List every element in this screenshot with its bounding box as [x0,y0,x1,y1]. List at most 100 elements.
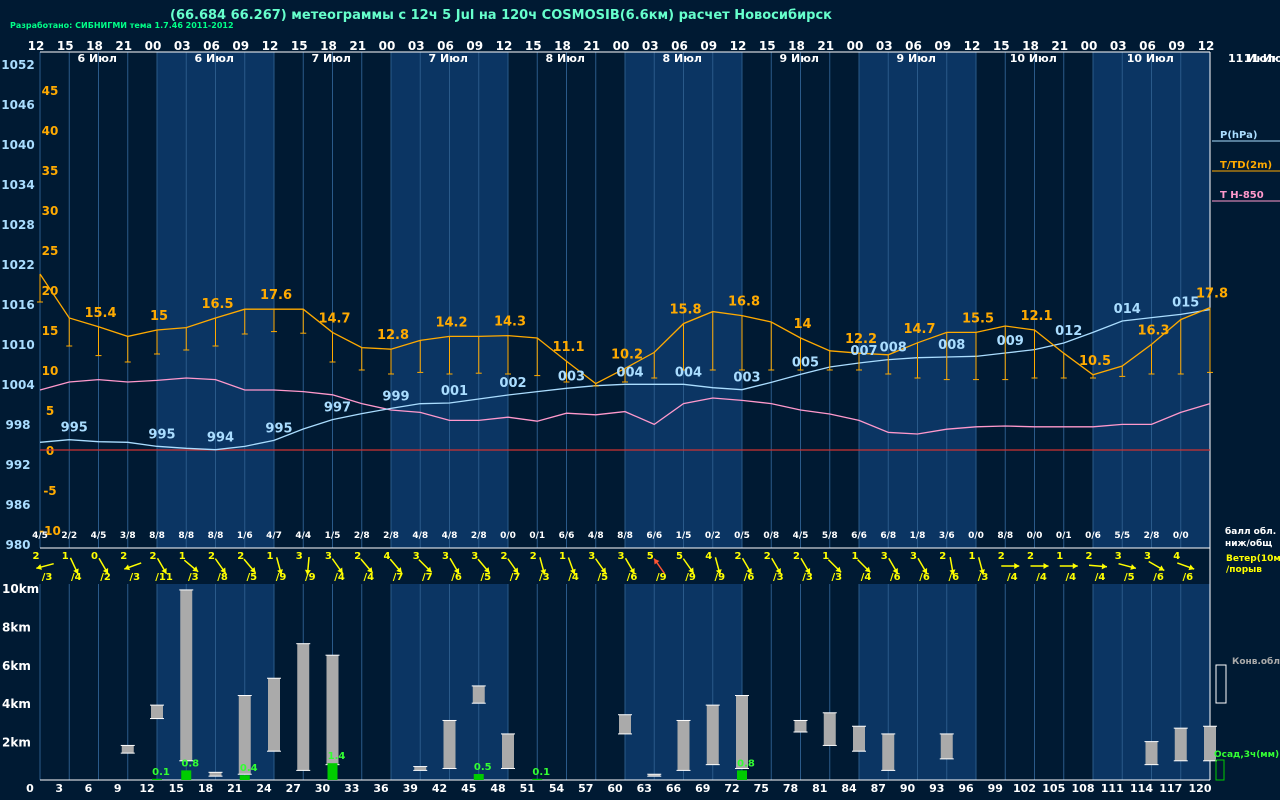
wind-gust-label: /9 [714,572,725,583]
wind-gust-label: /6 [919,572,930,583]
height-tick-label: 6km [2,659,31,673]
wind-gust-label: /3 [539,572,550,583]
meteogram-svg: 12 15 18 21 00 03 06 09 12 15 18 21 00 03 06 09 12 15 18 21… [1,39,1280,795]
hour-tick-label: 12 [28,39,45,53]
wind-gust-label: /5 [597,572,608,583]
cloud-fraction-label: 4/8 [412,531,428,541]
wind-speed-label: 2 [501,551,508,562]
wind-speed-label: 3 [618,551,625,562]
hour-tick-label: 21 [583,39,600,53]
temperature-data-label: 12.8 [377,328,409,343]
lead-hour-label: 21 [227,782,242,795]
cloud-fraction-label: 1/6 [237,531,253,541]
hour-tick-label: 12 [964,39,981,53]
hour-tick-label: 15 [525,39,542,53]
cloud-fraction-label: 6/6 [559,531,575,541]
wind-gust-label: /5 [1124,572,1135,583]
temperature-data-label: 15 [150,309,168,324]
cloud-fraction-label: 2/8 [354,531,370,541]
cloud-fraction-label: 4/8 [442,531,458,541]
wind-gust-label: /7 [393,572,404,583]
day-label: 6 Июл [78,52,117,65]
wind-gust-label: /2 [100,572,111,583]
lead-hour-label: 24 [256,782,272,795]
wind-speed-label: 2 [939,551,946,562]
wind-gust-label: /4 [1095,572,1106,583]
conv-cloud-bar [823,712,836,746]
legend-wind: Ветер(10м) [1226,554,1280,564]
wind-arrow-head [1014,563,1020,569]
cloud-fraction-label: 2/2 [61,531,77,541]
wind-gust-label: /3 [978,572,989,583]
wind-speed-label: 2 [530,551,537,562]
legend-t850: T H-850 [1220,190,1264,201]
temp-tick-label: 0 [46,444,54,458]
wind-speed-label: 4 [384,551,391,562]
lead-hour-label: 54 [549,782,565,795]
cloud-fraction-label: 4/7 [266,531,282,541]
wind-gust-label: /4 [363,572,374,583]
hour-tick-label: 09 [232,39,249,53]
pressure-data-label: 002 [499,376,526,391]
pressure-tick-label: 1028 [1,218,34,232]
hour-tick-label: 15 [993,39,1010,53]
lead-hour-label: 69 [695,782,710,795]
day-label: 10 Июл [1127,52,1174,65]
cloud-fraction-label: 1/5 [325,531,341,541]
hour-tick-label: 09 [934,39,951,53]
pressure-data-label: 004 [616,365,643,380]
conv-cloud-bar [151,705,163,719]
legend-pressure: P(hPa) [1220,130,1257,141]
wind-gust-label: /3 [129,572,140,583]
hour-tick-label: 18 [1022,39,1039,53]
wind-gust-label: /4 [1007,572,1018,583]
wind-speed-label: 2 [793,551,800,562]
lead-hour-label: 117 [1159,782,1182,795]
cloud-fraction-label: 4/5 [91,531,107,541]
lead-hour-label: 99 [988,782,1003,795]
wind-gust-label: /4 [334,572,345,583]
wind-arrow-head [1101,563,1107,570]
temperature-data-label: 14.7 [903,322,935,337]
cloud-fraction-label: 0/1 [529,531,545,541]
meteogram: (66.684 66.267) метеограммы с 12ч 5 Jul … [0,0,1280,800]
cloud-fraction-label: 4/8 [588,531,604,541]
cloud-fraction-label: 0/0 [968,531,984,541]
height-tick-label: 8km [2,620,31,634]
pressure-data-label: 995 [61,421,88,436]
wind-speed-label: 3 [881,551,888,562]
temperature-data-label: 15.5 [962,311,994,326]
wind-speed-label: 2 [33,551,40,562]
height-tick-label: 2km [2,736,31,750]
wind-gust-label: /4 [71,572,82,583]
cloud-fraction-label: 2/8 [383,531,399,541]
day-label: 8 Июл [663,52,702,65]
cloud-fraction-label: 0/0 [1173,531,1189,541]
wind-speed-label: 1 [267,551,274,562]
lead-hour-label: 87 [871,782,886,795]
conv-cloud-bar [1174,728,1187,761]
hour-tick-label: 00 [1081,39,1098,53]
hour-tick-label: 21 [115,39,132,53]
hour-tick-label: 06 [1139,39,1156,53]
conv-cloud-bar [706,705,719,765]
temperature-data-label: 15.8 [669,303,701,318]
hour-tick-label: 09 [1168,39,1185,53]
precip-label: 0.4 [240,763,258,774]
temperature-data-label: 10.5 [1079,354,1111,369]
hour-tick-label: 09 [466,39,483,53]
conv-cloud-bar [1145,741,1158,765]
wind-gust-label: /9 [276,572,287,583]
wind-speed-label: 2 [150,551,157,562]
precip-label: 1.4 [328,751,346,762]
pressure-tick-label: 980 [5,538,30,552]
wind-speed-label: 5 [647,551,654,562]
conv-cloud-bar [443,720,456,769]
temp-tick-label: 40 [42,124,59,138]
wind-speed-label: 3 [910,551,917,562]
wind-speed-label: 3 [325,551,332,562]
pressure-tick-label: 1052 [1,58,34,72]
wind-speed-label: 2 [998,551,1005,562]
temperature-data-label: 14.2 [435,315,467,330]
legend-conv-swatch [1215,664,1227,704]
